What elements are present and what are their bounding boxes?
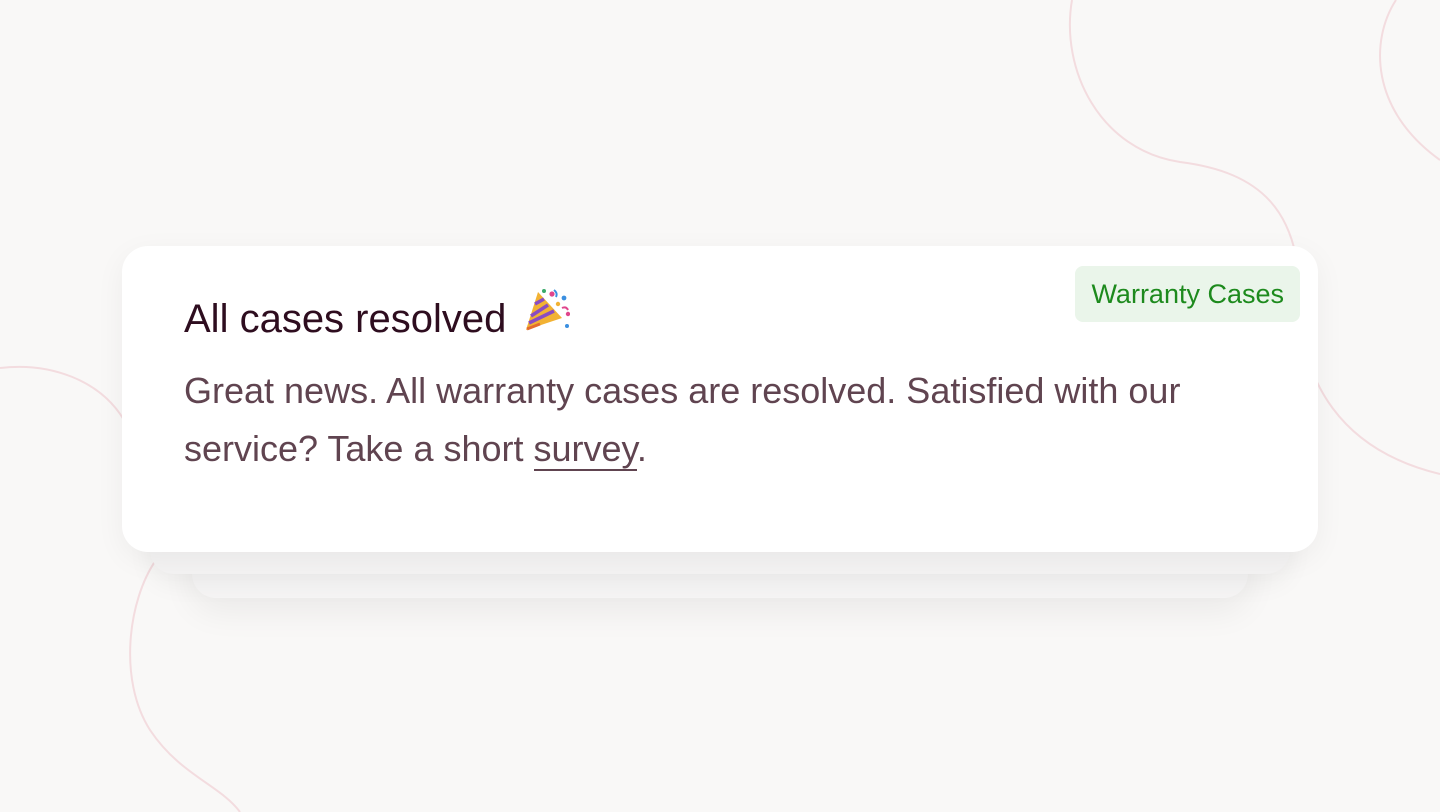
notification-message: Great news. All warranty cases are resol… xyxy=(184,362,1244,478)
notification-title-text: All cases resolved xyxy=(184,297,507,342)
message-text: Great news. All warranty cases are resol… xyxy=(184,370,1181,469)
tag-badge: Warranty Cases xyxy=(1075,266,1300,322)
message-text-end: . xyxy=(636,428,647,469)
survey-link[interactable]: survey xyxy=(533,428,637,471)
notification-title: All cases resolved xyxy=(184,289,571,349)
party-popper-icon xyxy=(524,288,571,343)
notification-card[interactable]: All cases resolved Warranty Cases Great … xyxy=(122,246,1318,552)
